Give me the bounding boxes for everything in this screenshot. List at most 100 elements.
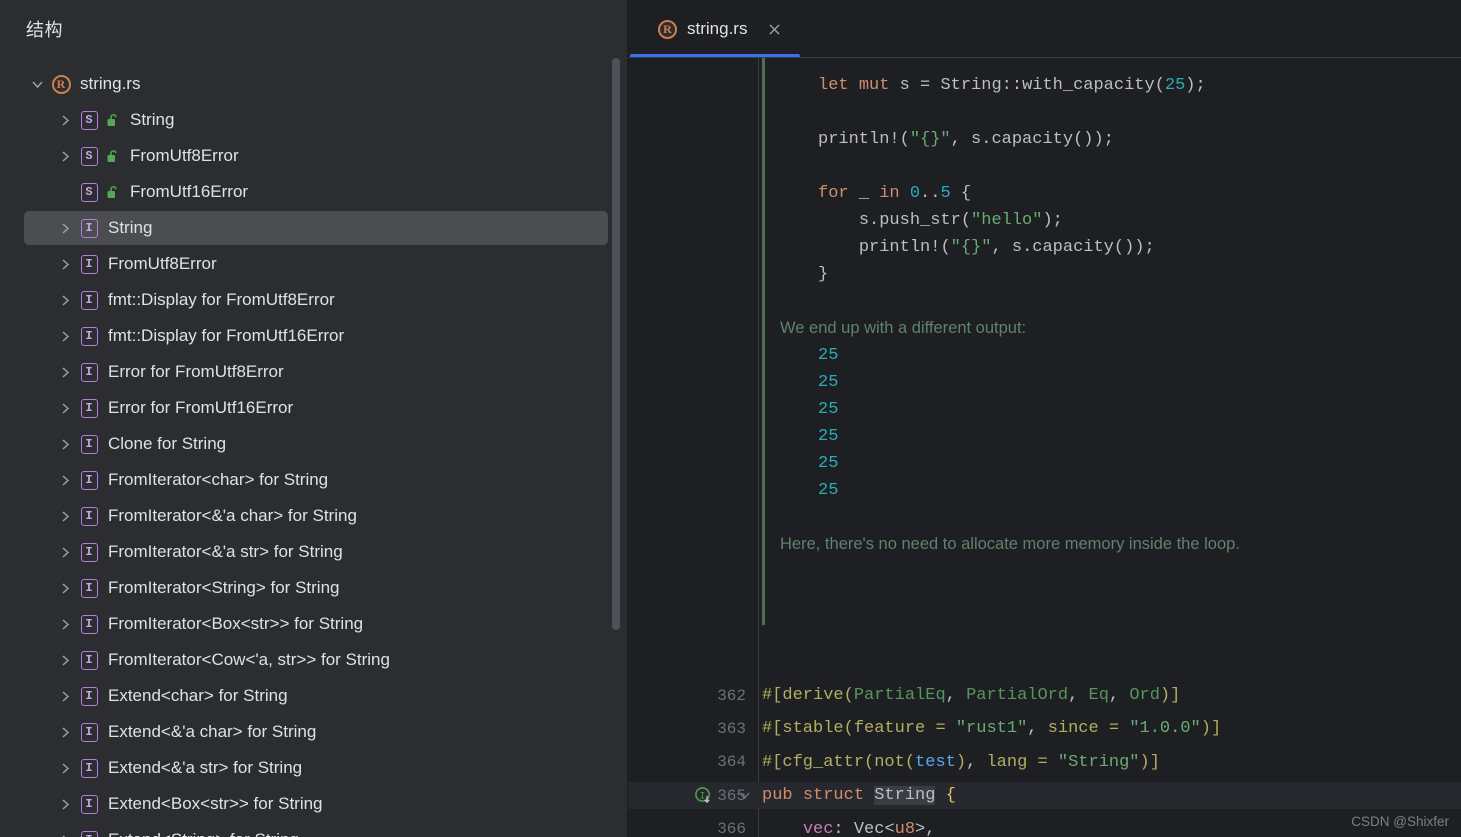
public-lock-icon <box>104 149 122 164</box>
tree-item-fromiterator-string-for-string[interactable]: I FromIterator<String> for String <box>0 570 628 606</box>
tree-item-fromutf16error[interactable]: S FromUtf16Error <box>0 174 628 210</box>
impl-icon: I <box>78 290 100 310</box>
structure-tree[interactable]: Rstring.rs S String S FromUtf8Error S FromUtf1… <box>0 58 628 837</box>
chevron-right-icon[interactable] <box>52 258 78 271</box>
tree-item-error-for-fromutf8error[interactable]: I Error for FromUtf8Error <box>0 354 628 390</box>
chevron-right-icon[interactable] <box>52 114 78 127</box>
tree-item-error-for-fromutf16error[interactable]: I Error for FromUtf16Error <box>0 390 628 426</box>
chevron-right-icon[interactable] <box>52 834 78 837</box>
chevron-right-icon[interactable] <box>52 150 78 163</box>
public-lock-icon <box>104 185 122 200</box>
chevron-right-icon[interactable] <box>52 762 78 775</box>
fold-chevron-down-icon[interactable] <box>738 788 751 806</box>
code-viewport[interactable]: let mut s = String::with_capacity(25); pr… <box>628 58 1461 837</box>
tree-item-fmt-display-for-fromutf16error[interactable]: Ifmt::Display for FromUtf16Error <box>0 318 628 354</box>
tree-item-content: I FromIterator<String> for String <box>24 570 339 606</box>
tree-item-content: I FromIterator<&'a str> for String <box>24 534 343 570</box>
editor-tab-label: string.rs <box>687 19 748 38</box>
chevron-right-icon[interactable] <box>52 438 78 451</box>
impl-icon: I <box>78 254 100 274</box>
tree-item-content: I FromIterator<&'a char> for String <box>24 498 357 534</box>
tree-item-label: Error for FromUtf16Error <box>108 398 294 417</box>
sidebar-scrollbar[interactable] <box>612 58 620 630</box>
tree-item-fmt-display-for-fromutf8error[interactable]: Ifmt::Display for FromUtf8Error <box>0 282 628 318</box>
tree-item-fromiterator-a-char-for-string[interactable]: I FromIterator<&'a char> for String <box>0 498 628 534</box>
tree-item-string-rs[interactable]: Rstring.rs <box>0 66 628 102</box>
chevron-right-icon[interactable] <box>52 798 78 811</box>
tree-item-label: string.rs <box>80 74 141 93</box>
doc-code-line: } <box>818 265 829 284</box>
tree-item-content: I FromIterator<char> for String <box>24 462 328 498</box>
chevron-right-icon[interactable] <box>52 726 78 739</box>
tree-item-content: I Clone for String <box>24 426 226 462</box>
tree-item-fromiterator-a-str-for-string[interactable]: I FromIterator<&'a str> for String <box>0 534 628 570</box>
tree-item-extend-a-str-for-string[interactable]: I Extend<&'a str> for String <box>0 750 628 786</box>
impl-icon: I <box>78 794 100 814</box>
code-line-366[interactable]: 366 vec: Vec<u8>, <box>628 816 1461 837</box>
tree-item-content: Ifmt::Display for FromUtf8Error <box>24 282 335 318</box>
code-line-365[interactable]: 365 Ipub struct String { <box>628 782 1461 810</box>
tree-item-clone-for-string[interactable]: I Clone for String <box>0 426 628 462</box>
doc-output-line: 25 <box>818 346 839 365</box>
line-number: 362 <box>717 686 746 705</box>
tree-item-content: I Error for FromUtf16Error <box>24 390 293 426</box>
implemented-marker-icon[interactable]: I <box>694 786 714 806</box>
ide-window: 结构 Rstring.rs S String S FromUtf8Error S FromU… <box>0 0 1461 837</box>
impl-icon: I <box>78 758 100 778</box>
structure-panel: 结构 Rstring.rs S String S FromUtf8Error S FromU… <box>0 0 628 837</box>
tree-item-extend-string-for-string[interactable]: I Extend<String> for String <box>0 822 628 837</box>
tree-item-fromiterator-cow-a-str-for-string[interactable]: I FromIterator<Cow<'a, str>> for String <box>0 642 628 678</box>
chevron-right-icon[interactable] <box>52 294 78 307</box>
close-icon[interactable] <box>767 22 782 37</box>
code-line-text: #[stable(feature = "rust1", since = "1.0… <box>762 719 1222 739</box>
chevron-right-icon[interactable] <box>52 546 78 559</box>
code-line-364[interactable]: 364 #[cfg_attr(not(test), lang = "String"… <box>628 749 1461 776</box>
impl-icon: I <box>78 326 100 346</box>
tree-item-string[interactable]: I String <box>0 210 628 246</box>
editor-area: R string.rs let mut s = String::with_cap… <box>628 0 1461 837</box>
doc-comment-stripe <box>762 58 765 625</box>
code-line-362[interactable]: 362 #[derive(PartialEq, PartialOrd, Eq, O… <box>628 682 1461 709</box>
tree-item-content: I FromUtf8Error <box>24 246 217 282</box>
impl-icon: I <box>78 542 100 562</box>
chevron-right-icon[interactable] <box>52 690 78 703</box>
public-lock-icon <box>104 113 122 128</box>
tree-item-content: Rstring.rs <box>24 66 140 102</box>
tree-item-extend-a-char-for-string[interactable]: I Extend<&'a char> for String <box>0 714 628 750</box>
chevron-right-icon[interactable] <box>52 330 78 343</box>
chevron-right-icon[interactable] <box>52 582 78 595</box>
tree-item-label: FromUtf8Error <box>108 254 217 273</box>
doc-prose-line: We end up with a different output: <box>780 319 1027 337</box>
tree-item-label: FromUtf16Error <box>130 182 249 201</box>
tree-item-string[interactable]: S String <box>0 102 628 138</box>
chevron-right-icon[interactable] <box>52 474 78 487</box>
chevron-right-icon[interactable] <box>52 618 78 631</box>
tree-item-content: I String <box>24 210 152 246</box>
tree-item-fromiterator-box-str-for-string[interactable]: I FromIterator<Box<str>> for String <box>0 606 628 642</box>
chevron-right-icon[interactable] <box>52 222 78 235</box>
code-line-363[interactable]: 363 #[stable(feature = "rust1", since = "… <box>628 715 1461 742</box>
tree-item-label: FromIterator<Cow<'a, str>> for String <box>108 650 390 669</box>
tree-item-fromutf8error[interactable]: I FromUtf8Error <box>0 246 628 282</box>
rust-file-icon: R <box>658 19 677 39</box>
rust-logo-glyph: R <box>658 19 677 39</box>
doc-output-line: 25 <box>818 427 839 446</box>
line-number: 365 <box>717 786 746 805</box>
chevron-right-icon[interactable] <box>52 366 78 379</box>
chevron-down-icon[interactable] <box>24 79 50 90</box>
doc-code-line: s.push_str("hello"); <box>858 211 1063 230</box>
impl-icon: I <box>78 218 100 238</box>
tree-item-fromiterator-char-for-string[interactable]: I FromIterator<char> for String <box>0 462 628 498</box>
chevron-right-icon[interactable] <box>52 510 78 523</box>
doc-code-line: for _ in 0..5 { <box>818 184 972 203</box>
tree-item-content: I Extend<char> for String <box>24 678 288 714</box>
chevron-right-icon[interactable] <box>52 402 78 415</box>
tree-item-fromutf8error[interactable]: S FromUtf8Error <box>0 138 628 174</box>
chevron-right-icon[interactable] <box>52 654 78 667</box>
tree-item-extend-box-str-for-string[interactable]: I Extend<Box<str>> for String <box>0 786 628 822</box>
impl-icon: I <box>78 830 100 837</box>
doc-code-line: let mut s = String::with_capacity(25); <box>818 76 1206 95</box>
code-line-text: pub struct String { <box>762 786 956 806</box>
tree-item-extend-char-for-string[interactable]: I Extend<char> for String <box>0 678 628 714</box>
editor-tab-string-rs[interactable]: R string.rs <box>642 0 792 58</box>
